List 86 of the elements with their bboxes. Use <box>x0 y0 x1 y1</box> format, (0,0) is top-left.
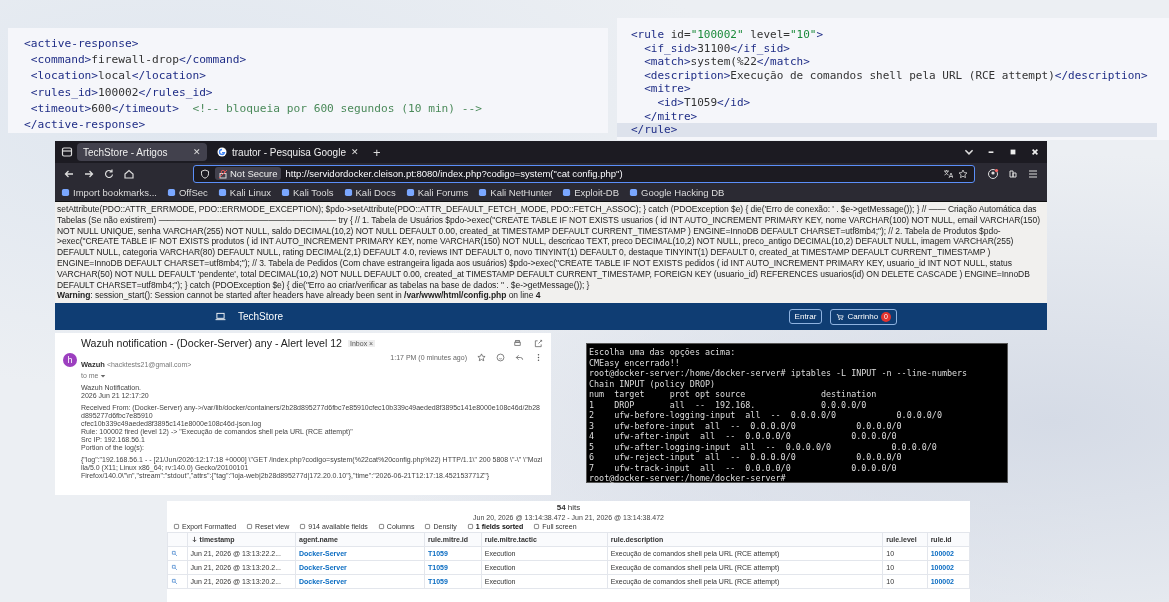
extensions-icon[interactable] <box>1007 167 1019 180</box>
cart-icon <box>836 312 845 321</box>
browser-tab[interactable]: trautor - Pesquisa Google ✕ <box>211 143 365 161</box>
account-icon[interactable] <box>987 167 999 180</box>
toolbar-icon <box>466 523 474 530</box>
email-subject: Wazuh notification - (Docker-Server) any - Alert level 12 <box>81 337 342 349</box>
toolbar-icon <box>299 523 307 530</box>
code-line: <description>Execução de comandos shell pela URL (RCE attempt)</description> <box>643 68 1149 83</box>
terminal-line: 2 ufw-before-logging-input all -- 0.0.0.0/0 0.0.0.0/0 <box>589 410 943 421</box>
code-line: <if_sid>31100</if_sid> <box>643 41 791 56</box>
not-secure-indicator[interactable]: Not Secure <box>215 167 281 180</box>
terminal-line: 3 ufw-before-input all -- 0.0.0.0/0 0.0.0.0/0 <box>589 420 903 431</box>
bookmark-item[interactable]: Exploit-DB <box>562 187 619 198</box>
code-line: <mitre> <box>643 82 692 96</box>
reload-icon[interactable] <box>103 167 115 180</box>
new-tab-button[interactable]: + <box>368 144 385 160</box>
login-button[interactable]: Entrar <box>788 309 823 325</box>
bookmark-item[interactable]: Kali Docs <box>343 187 396 198</box>
terminal-line: 4 ufw-after-input all -- 0.0.0.0/0 0.0.0.0/0 <box>589 431 898 442</box>
laptop-icon <box>215 312 226 322</box>
sender-avatar: h <box>63 353 77 367</box>
toolbar-icon <box>533 523 541 530</box>
globe-icon <box>217 147 227 157</box>
bookmark-item[interactable]: Kali Linux <box>217 187 272 198</box>
terminal-line: CMEasy encerrado!! <box>589 357 681 368</box>
code-line: <location>local</location> <box>29 68 207 85</box>
code-line: <timeout>600</timeout> <!-- bloqueia por 600 segundos (10 min) --> <box>29 100 484 117</box>
emoji-icon[interactable] <box>496 353 505 362</box>
translate-icon[interactable] <box>943 168 953 179</box>
star-icon[interactable] <box>477 353 486 362</box>
terminal-line: 7 ufw-track-input all -- 0.0.0.0/0 0.0.0.0/0 <box>589 462 898 473</box>
close-tab-icon[interactable]: ✕ <box>193 147 201 157</box>
code-line: <rule id="100002" level="10"> <box>630 28 825 42</box>
bookmark-item[interactable]: Import bookmarks... <box>61 187 157 198</box>
bookmark-item[interactable]: Kali Tools <box>281 187 334 198</box>
bookmark-icon <box>478 188 488 197</box>
open-external-icon[interactable] <box>534 338 543 348</box>
bookmark-icon <box>61 188 70 197</box>
bookmark-icon <box>629 188 638 197</box>
home-icon[interactable] <box>123 167 135 180</box>
code-line: <rules_id>100002</rules_id> <box>29 84 214 101</box>
bookmark-icon <box>405 188 415 197</box>
bookmark-item[interactable]: Kali NetHunter <box>478 187 553 198</box>
shield-icon <box>200 168 210 179</box>
code-line: </active-response> <box>24 117 147 133</box>
code-line: <id>T1059</id> <box>656 95 752 110</box>
terminal-line: 6 ufw-reject-input all -- 0.0.0.0/0 0.0.0.0/0 <box>589 452 903 463</box>
print-icon[interactable] <box>513 338 522 348</box>
caret-icon <box>99 372 106 379</box>
menu-icon[interactable] <box>1027 167 1039 180</box>
bookmark-icon <box>343 188 353 197</box>
terminal-line: root@docker-server:/home/docker-server# <box>589 473 787 484</box>
bookmark-icon <box>562 188 572 197</box>
hits-label: hits <box>567 503 581 512</box>
reply-icon[interactable] <box>515 353 524 362</box>
bookmark-icon <box>217 188 227 197</box>
code-line: <active-response> <box>24 36 140 52</box>
toolbar-icon <box>377 523 385 530</box>
address-bar[interactable]: Not Secure http://servidordocker.cleison.pt:8080/index.php?codigo=system("cat config.php") <box>193 164 975 183</box>
code-line: </mitre> <box>643 109 699 124</box>
code-line: <command>firewall-drop</command> <box>29 52 248 69</box>
close-icon[interactable] <box>1029 146 1041 158</box>
terminal-line: 1 DROP all -- 192.168. 0.0.0.0/0 <box>589 399 868 410</box>
warning-message: Warning: session_start(): Session cannot be started after headers have already been sent in /var/www/html/config.php on line 4 <box>57 290 542 302</box>
bookmark-icon <box>166 188 176 197</box>
close-tab-icon[interactable]: ✕ <box>350 147 359 157</box>
terminal-line: Chain INPUT (policy DROP) <box>589 378 717 389</box>
tab-list-icon[interactable] <box>61 146 73 158</box>
lock-icon <box>218 168 228 179</box>
url-text: http://servidordocker.cleison.pt:8080/index.php?codigo=system("cat config.php") <box>285 168 623 179</box>
terminal-line: num target prot opt source destination <box>589 389 878 400</box>
hits-count: 54 <box>556 503 566 512</box>
toolbar-icon <box>246 523 254 530</box>
sort-arrow-icon <box>190 535 198 543</box>
bookmark-icon <box>281 188 291 197</box>
terminal-line: 5 ufw-after-logging-input all -- 0.0.0.0/0 0.0.0.0/0 <box>589 441 938 452</box>
browser-tab[interactable]: TechStore - Artigos ✕ <box>77 143 207 161</box>
terminal-line: Escolha uma das opções acima: <box>589 347 737 358</box>
toolbar-icon <box>173 523 180 530</box>
code-line: <match>system(%22</match> <box>643 55 811 69</box>
site-brand[interactable]: TechStore <box>238 311 284 323</box>
toolbar-icon <box>424 523 432 530</box>
bookmark-item[interactable]: Google Hacking DB <box>629 187 725 198</box>
terminal-line: root@docker-server:/home/docker-server# iptables -L INPUT -n --line-numbers <box>589 368 969 379</box>
bookmark-item[interactable]: Kali Forums <box>405 187 469 198</box>
bookmark-item[interactable]: OffSec <box>166 187 208 198</box>
